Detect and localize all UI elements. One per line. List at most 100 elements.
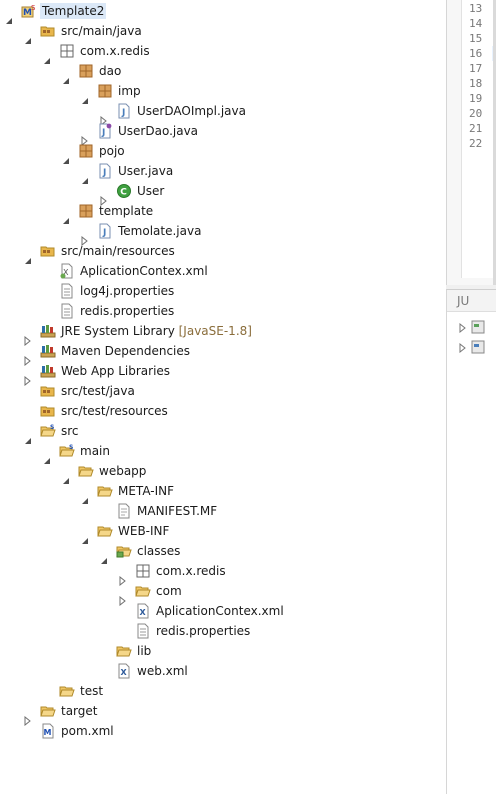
tree-item[interactable]: test [0, 681, 446, 701]
folder-open-icon [78, 463, 94, 479]
tree-item[interactable]: src/main/java [0, 21, 446, 44]
maven-pom-icon: M [40, 723, 56, 739]
tree-item-text: log4j.properties [80, 284, 175, 298]
tree-item-text: redis.properties [156, 624, 251, 638]
tree-item-label: Temolate.java [116, 223, 203, 239]
tree-item[interactable]: imp [0, 81, 446, 104]
tree-item[interactable]: Mpom.xml [0, 721, 446, 741]
tree-item[interactable]: pojo [0, 141, 446, 164]
tree-item[interactable]: J UserDao.java [0, 121, 446, 146]
tree-item-text: Maven Dependencies [61, 344, 191, 358]
svg-text:M: M [44, 728, 52, 737]
tree-item-text: JRE System Library [61, 324, 175, 338]
svg-text:J: J [102, 228, 106, 238]
tree-item[interactable]: com [0, 581, 446, 606]
library-icon [40, 363, 56, 379]
tree-item-text: MANIFEST.MF [137, 504, 218, 518]
tree-item[interactable]: log4j.properties [0, 281, 446, 301]
tree-item[interactable]: dao [0, 61, 446, 84]
tree-item[interactable]: Smain [0, 441, 446, 464]
tree-item[interactable]: X AplicationContex.xml [0, 601, 446, 621]
right-panels: 131415161718192021}22 JU [446, 0, 496, 794]
properties-file-icon [135, 623, 151, 639]
tree-item[interactable]: redis.properties [0, 301, 446, 321]
properties-file-icon [59, 303, 75, 319]
text-file-icon [116, 503, 132, 519]
tree-item[interactable]: redis.properties [0, 621, 446, 641]
tab-junit[interactable]: JU [447, 290, 496, 312]
tree-item-text: dao [99, 64, 122, 78]
tree-item-label: MANIFEST.MF [135, 503, 219, 519]
project-explorer-tree: M S Template2 src/main/java com.x.redis dao im… [0, 0, 446, 794]
editor-area: 131415161718192021}22 [446, 0, 496, 285]
tree-item[interactable]: WEB-INF [0, 521, 446, 544]
tree-item[interactable]: J UserDAOImpl.java [0, 101, 446, 126]
tree-item[interactable]: template [0, 201, 446, 224]
package-empty-icon [135, 563, 151, 579]
code-editor[interactable]: 131415161718192021}22 [461, 0, 496, 278]
tree-item[interactable]: webapp [0, 461, 446, 484]
folder-open-icon [97, 483, 113, 499]
tree-item-label: lib [135, 643, 153, 659]
tree-item-label: pojo [97, 143, 127, 159]
tree-item[interactable]: target [0, 701, 446, 726]
tree-item[interactable]: X AplicationContex.xml [0, 261, 446, 281]
tree-item-text: User.java [118, 164, 174, 178]
tree-item[interactable]: src/test/java [0, 381, 446, 401]
junit-list-item[interactable] [459, 340, 485, 357]
tree-item-text: UserDAOImpl.java [137, 104, 246, 118]
junit-tab-label: JU [457, 293, 470, 308]
tree-item-label: classes [135, 543, 182, 559]
tree-item[interactable]: com.x.redis [0, 561, 446, 586]
tree-item-text: template [99, 204, 154, 218]
svg-text:C: C [120, 188, 127, 198]
tree-item-text: redis.properties [80, 304, 175, 318]
tree-item-text: src/main/java [61, 24, 142, 38]
svg-text:X: X [121, 668, 128, 677]
tree-item-text: com [156, 584, 182, 598]
tree-item-label: dao [97, 63, 123, 79]
folder-open-icon [40, 703, 56, 719]
tree-item[interactable]: MANIFEST.MF [0, 501, 446, 521]
tree-item[interactable]: Ssrc [0, 421, 446, 444]
spring-xml-icon: X [59, 263, 75, 279]
tree-item-text: UserDao.java [118, 124, 199, 138]
tree-item[interactable]: Xweb.xml [0, 661, 446, 681]
tree-item-label: pom.xml [59, 723, 116, 739]
svg-text:S: S [50, 424, 54, 431]
java-file-icon: J [97, 163, 113, 179]
tree-item-text: com.x.redis [156, 564, 226, 578]
tree-item-label: AplicationContex.xml [154, 603, 286, 619]
tree-item[interactable]: C User [0, 181, 446, 206]
tree-item[interactable]: src/test/resources [0, 401, 446, 421]
tree-item[interactable]: Web App Libraries [0, 361, 446, 386]
tree-item[interactable]: J User.java [0, 161, 446, 184]
tree-item-label: src/test/resources [59, 403, 170, 419]
tree-item[interactable]: JRE System Library [JavaSE-1.8] [0, 321, 446, 346]
library-icon [40, 323, 56, 339]
tree-item[interactable]: lib [0, 641, 446, 661]
tree-item[interactable]: classes [0, 541, 446, 564]
tree-item[interactable]: src/main/resources [0, 241, 446, 264]
package-icon [97, 83, 113, 99]
folder-s-icon: S [59, 443, 75, 459]
line-number: 18 [469, 77, 483, 90]
tree-item[interactable]: M S Template2 [0, 1, 446, 24]
junit-list-item[interactable] [459, 320, 485, 337]
tree-item[interactable]: META-INF [0, 481, 446, 504]
xml-file-icon: X [135, 603, 151, 619]
line-number: 20 [469, 107, 483, 120]
source-folder-icon [40, 383, 56, 399]
package-empty-icon [59, 43, 75, 59]
tree-item[interactable]: Maven Dependencies [0, 341, 446, 366]
tree-item-text: pojo [99, 144, 125, 158]
svg-text:X: X [140, 608, 147, 617]
chevron-right-icon[interactable] [459, 322, 467, 336]
tree-item[interactable]: com.x.redis [0, 41, 446, 64]
tree-item-text: Template2 [42, 4, 105, 18]
tree-item[interactable]: J Temolate.java [0, 221, 446, 246]
tree-item-text: AplicationContex.xml [156, 604, 284, 618]
chevron-right-icon[interactable] [459, 342, 467, 356]
svg-text:J: J [101, 128, 105, 138]
java-interface-file-icon: J [97, 123, 113, 139]
